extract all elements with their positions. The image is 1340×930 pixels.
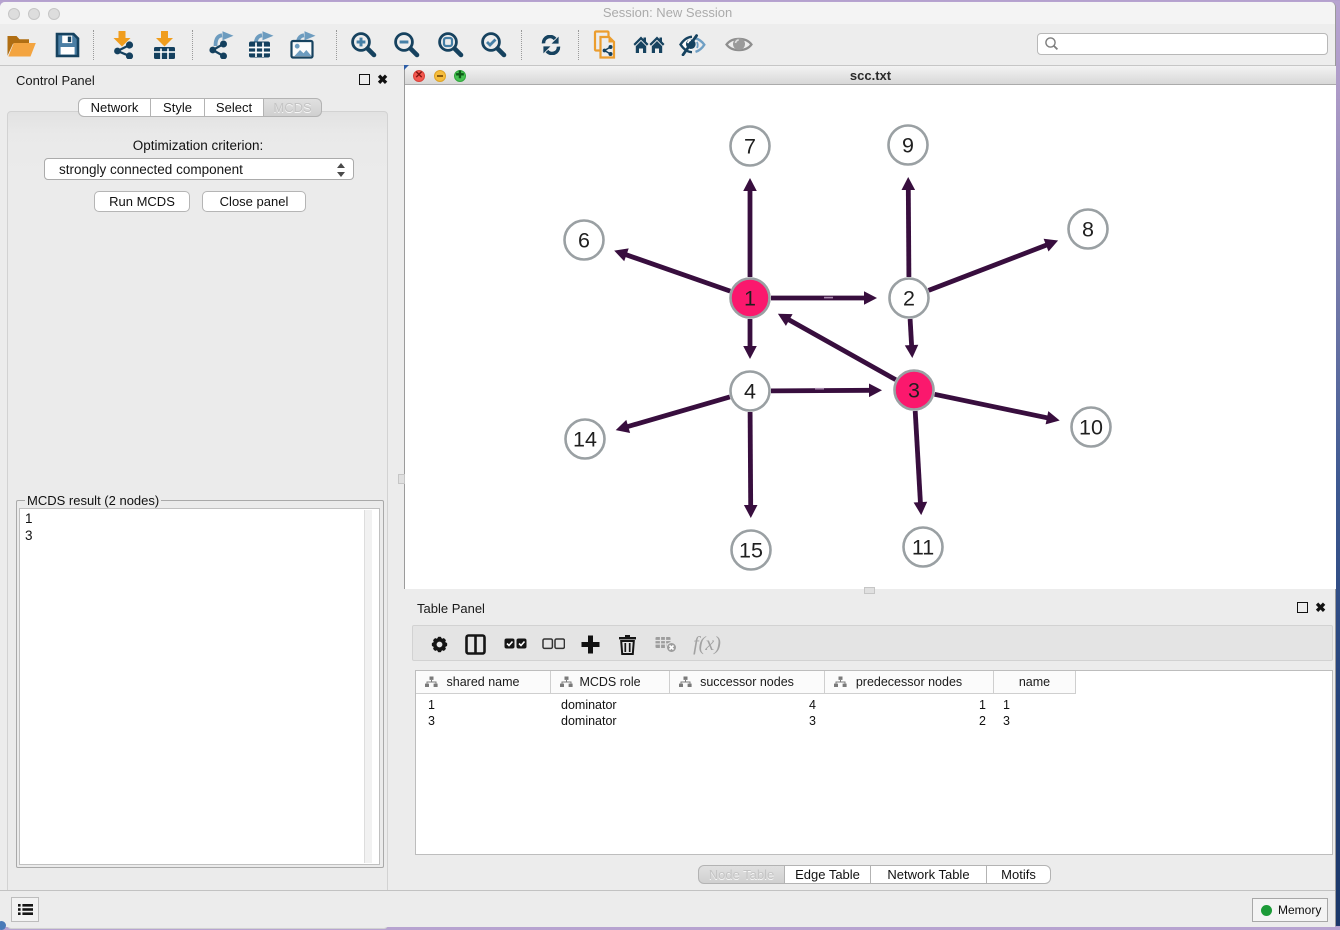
svg-text:1: 1 xyxy=(744,287,756,311)
svg-text:15: 15 xyxy=(739,539,763,563)
svg-text:7: 7 xyxy=(744,135,756,159)
svg-text:10: 10 xyxy=(1079,416,1103,440)
svg-text:2: 2 xyxy=(903,287,915,311)
svg-text:14: 14 xyxy=(573,428,597,452)
svg-text:11: 11 xyxy=(912,536,934,560)
svg-text:9: 9 xyxy=(902,134,914,158)
svg-text:4: 4 xyxy=(744,380,756,404)
svg-text:6: 6 xyxy=(578,229,590,253)
svg-text:3: 3 xyxy=(908,379,920,403)
svg-text:8: 8 xyxy=(1082,218,1094,242)
